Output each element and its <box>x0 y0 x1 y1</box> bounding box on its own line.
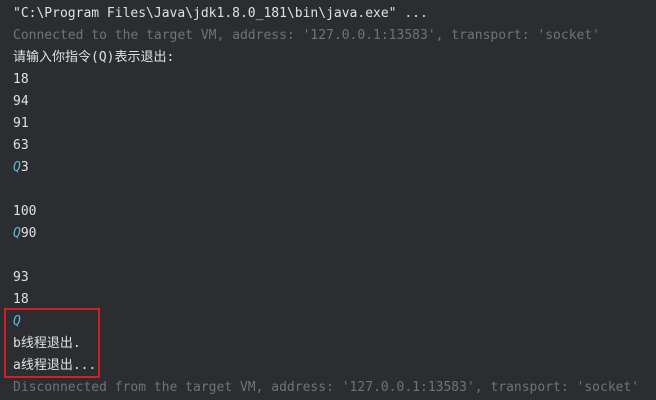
console-mixed-line: Q90 <box>13 223 656 245</box>
console-prompt-line: 请输入你指令(Q)表示退出: <box>13 50 175 65</box>
console-mixed-line: Q3 <box>13 157 656 179</box>
console-output-line: 91 <box>13 116 29 131</box>
console-output-line: 63 <box>13 138 29 153</box>
console-mixed-line: Q <box>13 311 656 333</box>
console-output-line: 18 <box>13 72 29 87</box>
console-user-input: Q <box>13 160 21 175</box>
console-output-line: 100 <box>13 204 37 219</box>
console-output-line: 18 <box>13 292 29 307</box>
console-disconnected-message: Disconnected from the target VM, address… <box>13 380 640 395</box>
run-console[interactable]: "C:\Program Files\Java\jdk1.8.0_181\bin\… <box>0 0 656 400</box>
console-thread-exit-a: a线程退出... <box>13 358 97 373</box>
console-user-input: Q <box>13 314 21 329</box>
console-command-line: "C:\Program Files\Java\jdk1.8.0_181\bin\… <box>13 6 428 21</box>
console-connected-message: Connected to the target VM, address: '12… <box>13 28 600 43</box>
console-output-line: 94 <box>13 94 29 109</box>
console-output-text: 90 <box>20 226 37 241</box>
console-user-input: Q <box>13 226 21 241</box>
console-thread-exit-b: b线程退出. <box>13 336 81 351</box>
console-output-line: 93 <box>13 270 29 285</box>
console-output-text: 3 <box>20 160 29 175</box>
